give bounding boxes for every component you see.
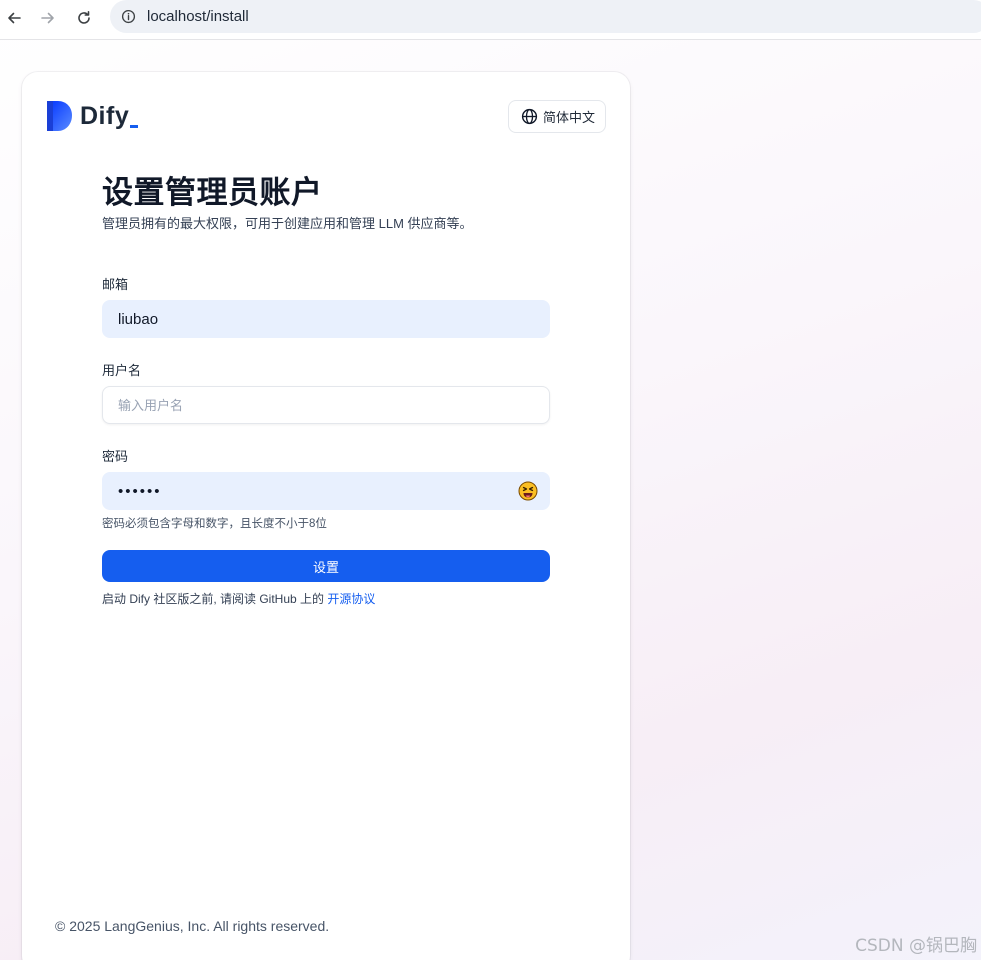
email-label: 邮箱 xyxy=(102,277,129,292)
show-password-emoji-icon[interactable] xyxy=(518,481,538,501)
install-card: Dify 简体中文 设置管理员账户 管理员拥有的最大权限，可用于创建应用和管理 … xyxy=(22,72,630,960)
page-title: 设置管理员账户 xyxy=(102,175,323,210)
site-info-icon[interactable] xyxy=(120,9,136,25)
logo-text: Dify xyxy=(80,102,139,131)
password-hint: 密码必须包含字母和数字，且长度不小于8位 xyxy=(102,518,327,530)
open-source-license-link[interactable]: 开源协议 xyxy=(327,592,375,606)
language-label: 简体中文 xyxy=(543,110,596,125)
username-label: 用户名 xyxy=(102,363,142,378)
email-field[interactable] xyxy=(102,300,550,338)
submit-button[interactable]: 设置 xyxy=(102,550,550,582)
address-bar[interactable]: localhost/install xyxy=(110,0,981,33)
copyright-text: © 2025 LangGenius, Inc. All rights reser… xyxy=(55,918,330,934)
forward-icon[interactable] xyxy=(34,4,62,32)
url-text: localhost/install xyxy=(147,8,249,25)
username-field[interactable] xyxy=(102,386,550,424)
password-wrapper xyxy=(102,472,550,510)
watermark: CSDN @锅巴胸 xyxy=(855,936,977,956)
dify-logo-icon xyxy=(47,101,72,131)
reload-icon[interactable] xyxy=(70,4,98,32)
agreement-prefix: 启动 Dify 社区版之前, 请阅读 GitHub 上的 xyxy=(102,592,328,606)
password-label: 密码 xyxy=(102,449,129,464)
logo-accent xyxy=(130,124,139,128)
back-icon[interactable] xyxy=(0,4,28,32)
page-subtitle: 管理员拥有的最大权限，可用于创建应用和管理 LLM 供应商等。 xyxy=(102,216,473,231)
agreement-text: 启动 Dify 社区版之前, 请阅读 GitHub 上的 开源协议 xyxy=(102,590,375,607)
browser-toolbar: localhost/install xyxy=(0,0,981,40)
dify-logo: Dify xyxy=(47,101,139,131)
language-selector-button[interactable]: 简体中文 xyxy=(508,100,607,133)
globe-icon xyxy=(521,108,538,125)
password-field[interactable] xyxy=(102,472,550,510)
